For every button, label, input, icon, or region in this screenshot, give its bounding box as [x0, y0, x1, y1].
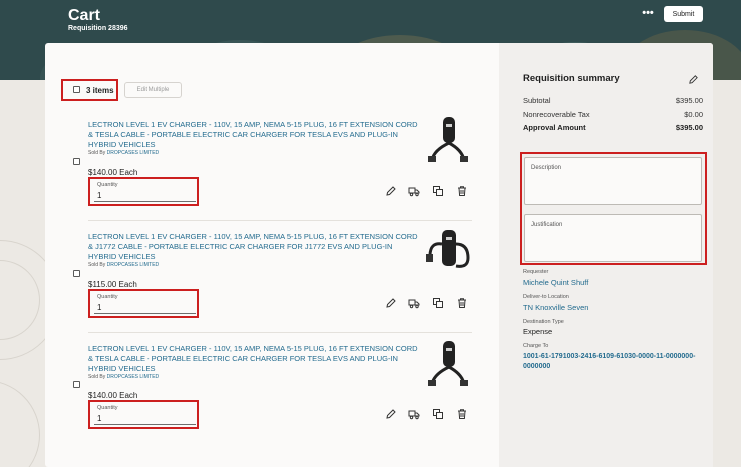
charge-to-label: Charge To: [523, 343, 549, 349]
item-2-checkbox[interactable]: [73, 270, 80, 277]
item-3-sold-by: Sold By DROPCASES LIMITED: [88, 374, 160, 380]
approval-label: Approval Amount: [523, 123, 586, 132]
item-1-charger-image: [428, 117, 468, 162]
delivery-truck-icon[interactable]: [408, 297, 420, 309]
quantity-value: 1: [97, 414, 102, 423]
justification-label: Justification: [531, 222, 563, 228]
submit-button[interactable]: Submit: [664, 6, 703, 22]
quantity-label: Quantity: [97, 294, 118, 300]
item-1-supplier-link[interactable]: DROPCASES LIMITED: [107, 150, 160, 156]
item-1-checkbox[interactable]: [73, 158, 80, 165]
destination-type-value: Expense: [523, 327, 553, 336]
duplicate-icon[interactable]: [432, 297, 444, 309]
item-3-charger-image: [428, 341, 468, 386]
item-3-price: $140.00 Each: [88, 391, 138, 400]
approval-row: Approval Amount $395.00: [523, 123, 703, 132]
deliver-to-label: Deliver-to Location: [523, 294, 569, 300]
item-2-charger-image: [426, 230, 470, 268]
duplicate-icon[interactable]: [432, 408, 444, 420]
delete-icon[interactable]: [456, 297, 468, 309]
subtotal-label: Subtotal: [523, 96, 551, 105]
line-divider: [88, 332, 472, 333]
tax-value: $0.00: [684, 110, 703, 119]
background-decoration: [0, 80, 46, 467]
item-1-sold-by: Sold By DROPCASES LIMITED: [88, 150, 160, 156]
quantity-value: 1: [97, 303, 102, 312]
requisition-number: Requisition 28396: [68, 25, 128, 32]
delivery-truck-icon[interactable]: [408, 408, 420, 420]
line-divider: [88, 220, 472, 221]
item-3-checkbox[interactable]: [73, 381, 80, 388]
items-count: 3 items: [86, 86, 114, 95]
charge-to-account[interactable]: 1001-61-1791003-2416-6109-61030-0000-11-…: [523, 352, 705, 372]
requester-link[interactable]: Michele Quint Shuff: [523, 278, 588, 287]
tax-label: Nonrecoverable Tax: [523, 110, 590, 119]
item-3-quantity-field[interactable]: Quantity 1: [94, 403, 196, 425]
description-label: Description: [531, 165, 562, 171]
deliver-to-link[interactable]: TN Knoxville Seven: [523, 303, 588, 312]
edit-icon[interactable]: [385, 408, 397, 420]
justification-field[interactable]: Justification: [524, 214, 702, 262]
page-title: Cart: [68, 7, 101, 24]
subtotal-value: $395.00: [675, 96, 703, 105]
delete-icon[interactable]: [456, 185, 468, 197]
select-all-checkbox[interactable]: [73, 86, 80, 93]
quantity-value: 1: [97, 191, 102, 200]
item-2-title[interactable]: LECTRON LEVEL 1 EV CHARGER - 110V, 15 AM…: [88, 232, 420, 262]
quantity-label: Quantity: [97, 182, 118, 188]
item-3-title[interactable]: LECTRON LEVEL 1 EV CHARGER - 110V, 15 AM…: [88, 344, 420, 374]
item-2-price: $115.00 Each: [88, 280, 137, 289]
edit-icon[interactable]: [385, 297, 397, 309]
edit-summary-icon[interactable]: [688, 74, 699, 85]
quantity-label: Quantity: [97, 405, 118, 411]
item-2-supplier-link[interactable]: DROPCASES LIMITED: [107, 262, 160, 268]
edit-icon[interactable]: [385, 185, 397, 197]
item-3-supplier-link[interactable]: DROPCASES LIMITED: [107, 374, 160, 380]
edit-multiple-button[interactable]: Edit Multiple: [124, 82, 182, 98]
item-2-quantity-field[interactable]: Quantity 1: [94, 292, 196, 314]
delete-icon[interactable]: [456, 408, 468, 420]
item-2-sold-by: Sold By DROPCASES LIMITED: [88, 262, 160, 268]
description-field[interactable]: Description: [524, 157, 702, 205]
item-1-title[interactable]: LECTRON LEVEL 1 EV CHARGER - 110V, 15 AM…: [88, 120, 420, 150]
approval-value: $395.00: [675, 123, 703, 132]
item-1-quantity-field[interactable]: Quantity 1: [94, 180, 196, 202]
requester-label: Requester: [523, 269, 549, 275]
subtotal-row: Subtotal $395.00: [523, 96, 703, 105]
item-1-price: $140.00 Each: [88, 168, 138, 177]
more-actions-button[interactable]: •••: [640, 8, 656, 20]
duplicate-icon[interactable]: [432, 185, 444, 197]
destination-type-label: Destination Type: [523, 319, 564, 325]
tax-row: Nonrecoverable Tax $0.00: [523, 110, 703, 119]
summary-title: Requisition summary: [523, 73, 620, 84]
delivery-truck-icon[interactable]: [408, 185, 420, 197]
